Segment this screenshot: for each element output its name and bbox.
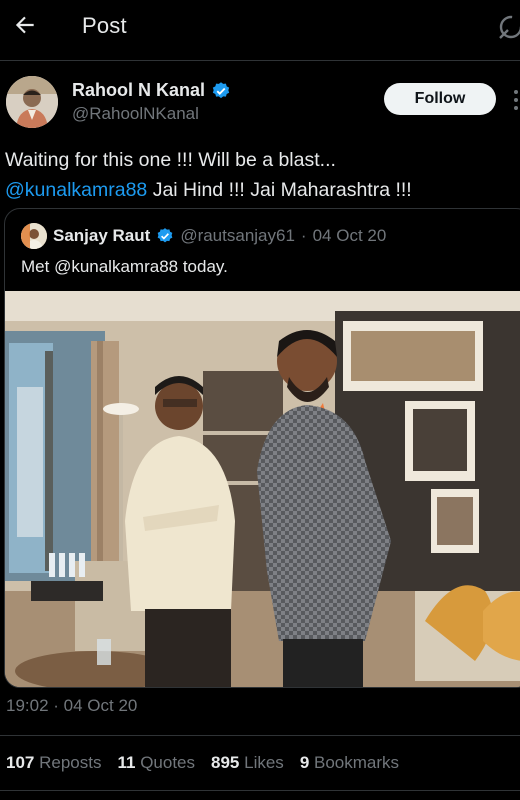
stat-reposts[interactable]: 107 Reposts [6, 753, 101, 773]
top-bar: Post [0, 0, 520, 54]
quoted-post[interactable]: Sanjay Raut @rautsanjay61 · 04 Oct 20 Me… [4, 208, 520, 688]
refresh-button[interactable] [496, 12, 520, 42]
tweet-text: Waiting for this one !!! Will be a blast… [5, 145, 515, 205]
stat-count: 895 [211, 753, 240, 772]
quote-avatar-image [21, 223, 47, 249]
author-handle[interactable]: @RahoolNKanal [72, 104, 199, 124]
quote-author-avatar[interactable] [21, 223, 47, 249]
stats-divider-top [0, 735, 520, 736]
verified-badge-icon [212, 81, 230, 98]
quote-mention: @kunalkamra88 [54, 257, 179, 276]
follow-button[interactable]: Follow [384, 83, 496, 115]
engagement-stats: 107 Reposts 11 Quotes 895 Likes 9 Bookma… [6, 753, 399, 773]
header-divider [0, 60, 520, 61]
back-button[interactable] [10, 10, 40, 40]
more-options-icon[interactable] [512, 88, 520, 112]
stat-count: 9 [299, 753, 310, 772]
stat-label: Reposts [39, 753, 102, 772]
refresh-icon [499, 15, 520, 39]
stat-count: 11 [117, 753, 136, 772]
quote-author-handle[interactable]: @rautsanjay61 [180, 226, 295, 246]
tweet-line-2-text: Jai Hind !!! Jai Maharashtra !!! [147, 179, 412, 201]
quote-text-suffix: today. [178, 257, 228, 276]
stat-label: Bookmarks [314, 753, 400, 772]
quote-author-name[interactable]: Sanjay Raut [53, 226, 150, 246]
author-avatar[interactable] [6, 76, 58, 128]
page-title: Post [82, 13, 127, 38]
tweet-mention-link[interactable]: @kunalkamra88 [5, 179, 147, 201]
stat-bookmarks[interactable]: 9 Bookmarks [300, 753, 399, 773]
stat-label: Quotes [140, 753, 196, 772]
quote-text-prefix: Met [21, 257, 55, 276]
quote-date[interactable]: 04 Oct 20 [313, 226, 387, 246]
avatar-image [6, 76, 58, 128]
stat-count: 107 [6, 753, 35, 772]
post-timestamp[interactable]: 19:02 · 04 Oct 20 [6, 696, 137, 716]
author-name[interactable]: Rahool N Kanal [72, 80, 205, 101]
verified-badge-icon [157, 228, 173, 243]
quote-separator: · [300, 226, 307, 245]
stat-likes[interactable]: 895 Likes [211, 753, 284, 773]
tweet-line-2: @kunalkamra88 Jai Hind !!! Jai Maharasht… [5, 175, 515, 205]
quote-photo[interactable] [5, 291, 520, 688]
author-name-row: Rahool N Kanal [72, 80, 231, 101]
stat-label: Likes [244, 753, 284, 772]
stat-quotes[interactable]: 11 Quotes [117, 753, 195, 773]
tweet-line-1: Waiting for this one !!! Will be a blast… [5, 149, 336, 171]
quote-header: Sanjay Raut @rautsanjay61 · 04 Oct 20 [53, 226, 386, 246]
arrow-left-icon [15, 16, 34, 34]
stats-divider-bottom [0, 790, 520, 791]
quote-text: Met @kunalkamra88 today. [21, 257, 228, 277]
